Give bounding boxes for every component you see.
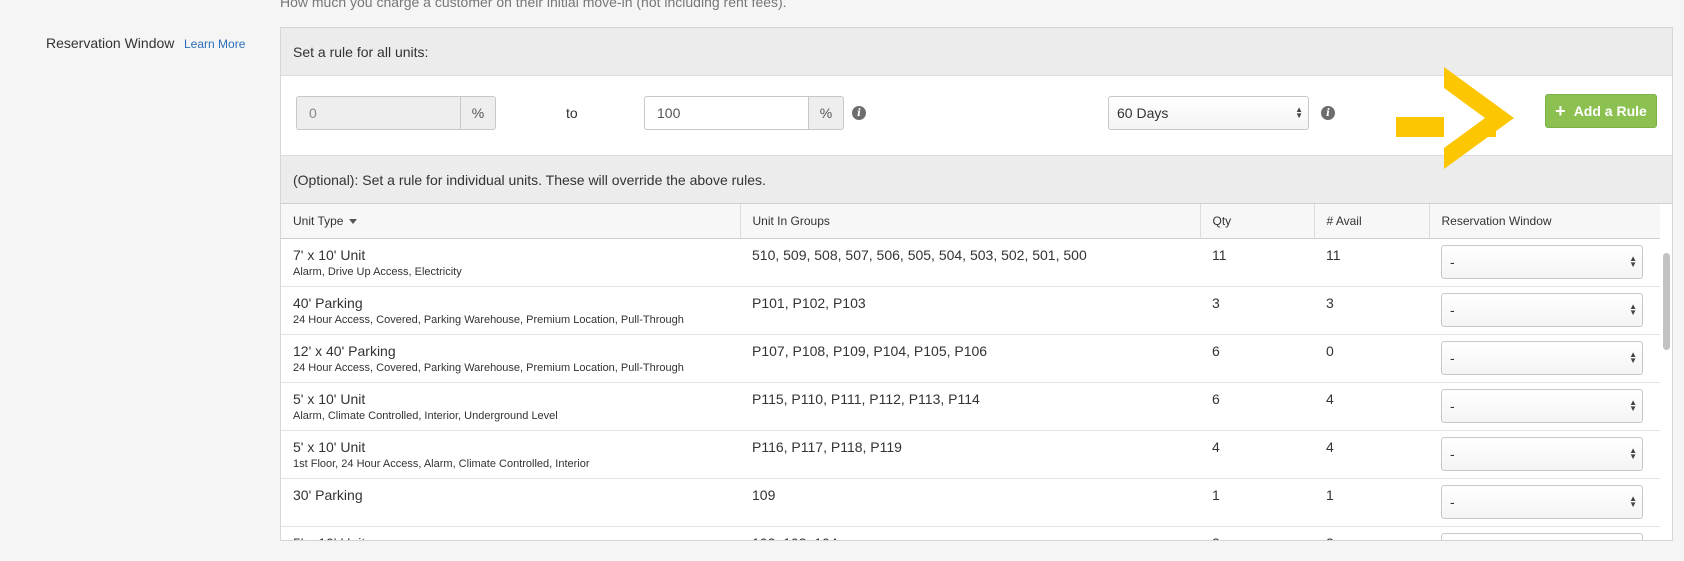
unit-type-cell: 12' x 40' Parking 24 Hour Access, Covered… [281, 334, 740, 383]
table-header-row: Unit Type Unit In Groups Qty # Avail Res… [281, 204, 1660, 239]
unit-avail: 4 [1314, 382, 1429, 431]
annotation-arrow-notch [1444, 88, 1485, 148]
from-percent-addon: % [460, 96, 496, 130]
unit-groups: P116, P117, P118, P119 [740, 430, 1200, 479]
column-header-avail: # Avail [1314, 204, 1430, 239]
unit-avail: 11 [1314, 238, 1429, 287]
unit-groups: P115, P110, P111, P112, P113, P114 [740, 382, 1200, 431]
to-percent-addon: % [808, 96, 844, 130]
info-icon[interactable]: i [1321, 106, 1335, 120]
unit-groups: P101, P102, P103 [740, 286, 1200, 335]
add-rule-button[interactable]: + Add a Rule [1545, 94, 1657, 128]
table-row: 5' x 10' Unit 1st Floor, 24 Hour Access, … [281, 430, 1660, 479]
sort-caret-icon [349, 219, 358, 225]
reservation-window-select[interactable]: 60 Days ▲ ▼ [1108, 96, 1309, 130]
row-reservation-window-select[interactable]: -▲▼ [1441, 532, 1643, 540]
row-reservation-window-select[interactable]: -▲▼ [1441, 292, 1643, 327]
row-reservation-window-select[interactable]: -▲▼ [1441, 436, 1643, 471]
column-header-unit-type[interactable]: Unit Type [281, 204, 741, 239]
unit-avail: 4 [1314, 430, 1429, 479]
from-percent-input[interactable] [296, 96, 460, 130]
learn-more-link[interactable]: Learn More [184, 37, 245, 51]
unit-qty: 6 [1200, 334, 1314, 383]
column-header-reservation-window: Reservation Window [1429, 204, 1660, 239]
unit-type: 5' x 10' Unit [293, 390, 366, 407]
window-cell: -▲▼ [1429, 334, 1660, 383]
table-row: 12' x 40' Parking 24 Hour Access, Covered… [281, 334, 1660, 383]
unit-type: 12' x 40' Parking [293, 342, 396, 359]
unit-type-cell: 5' x 10' Unit [281, 526, 740, 541]
reservation-window-label: Reservation Window [46, 35, 175, 51]
unit-type-cell: 5' x 10' Unit 1st Floor, 24 Hour Access, … [281, 430, 740, 479]
unit-qty: 4 [1200, 430, 1314, 479]
table-row: 30' Parking 109 1 1 - ▲ ▼ [281, 478, 1660, 527]
unit-type-cell: 5' x 10' Unit Alarm, Climate Controlled, … [281, 382, 740, 431]
select-arrows-icon: ▲ ▼ [1629, 349, 1637, 365]
unit-groups: 510, 509, 508, 507, 506, 505, 504, 503, … [740, 238, 1200, 287]
table-row: 5' x 10' Unit 102, 103, 104 3 2 -▲▼ [281, 526, 1660, 541]
unit-features: Alarm, Drive Up Access, Electricity [293, 265, 462, 278]
unit-type: 30' Parking [293, 486, 363, 503]
unit-type-cell: 40' Parking 24 Hour Access, Covered, Park… [281, 286, 740, 335]
to-label: to [566, 105, 578, 121]
unit-type: 7' x 10' Unit [293, 246, 366, 263]
unit-type: 40' Parking [293, 294, 363, 311]
unit-groups: 102, 103, 104 [740, 526, 1200, 540]
unit-features: 24 Hour Access, Covered, Parking Warehou… [293, 361, 684, 374]
select-arrows-icon: ▲ ▼ [1629, 253, 1637, 269]
unit-type: 5' x 10' Unit [293, 438, 366, 455]
row-reservation-window-select[interactable]: -▲▼ [1441, 484, 1643, 519]
unit-type: 5' x 10' Unit [293, 535, 728, 541]
select-arrows-icon: ▲ ▼ [1629, 301, 1637, 317]
column-header-qty: Qty [1200, 204, 1315, 239]
unit-features: 24 Hour Access, Covered, Parking Warehou… [293, 313, 684, 326]
unit-type-cell: 30' Parking [281, 478, 740, 527]
select-arrows-icon: ▲ ▼ [1629, 493, 1637, 509]
window-cell: -▲▼ [1429, 382, 1660, 431]
unit-avail: 2 [1314, 526, 1429, 540]
select-arrows-icon: ▲ ▼ [1629, 445, 1637, 461]
unit-avail: 1 [1314, 478, 1429, 527]
to-percent-input[interactable] [644, 96, 808, 130]
select-arrows-icon: ▲ ▼ [1295, 105, 1303, 120]
unit-qty: 6 [1200, 382, 1314, 431]
to-percent-group: % [644, 96, 844, 130]
unit-qty: 3 [1200, 526, 1314, 540]
info-icon[interactable]: i [852, 106, 866, 120]
window-cell: -▲▼ [1429, 430, 1660, 479]
all-units-rule-row: % to % i 60 Days ▲▼ i + Add a Rule [281, 67, 1672, 169]
help-text: How much you charge a customer on their … [280, 0, 787, 10]
table-scrollbar[interactable] [1663, 253, 1670, 350]
unit-avail: 3 [1314, 286, 1429, 335]
reservation-window-panel: Set a rule for all units: % to % i 60 Da… [280, 27, 1673, 541]
unit-groups: 109 [740, 478, 1200, 527]
units-table: Unit Type Unit In Groups Qty # Avail Res… [281, 204, 1660, 541]
table-row: 5' x 10' Unit Alarm, Climate Controlled, … [281, 382, 1660, 431]
column-header-unit-groups: Unit In Groups [740, 204, 1201, 239]
unit-qty: 3 [1200, 286, 1314, 335]
reservation-window-select-value: 60 Days [1117, 105, 1169, 121]
window-cell: -▲▼ [1429, 286, 1660, 335]
plus-icon: + [1555, 101, 1566, 121]
window-cell: -▲▼ [1429, 478, 1660, 527]
row-reservation-window-select[interactable]: -▲▼ [1441, 244, 1643, 279]
select-arrows-icon: ▲ ▼ [1629, 397, 1637, 413]
table-row: 7' x 10' Unit Alarm, Drive Up Access, Ele… [281, 238, 1660, 287]
unit-groups: P107, P108, P109, P104, P105, P106 [740, 334, 1200, 383]
unit-avail: 0 [1314, 334, 1429, 383]
table-row: 40' Parking 24 Hour Access, Covered, Park… [281, 286, 1660, 335]
unit-features: Alarm, Climate Controlled, Interior, Und… [293, 409, 558, 422]
unit-features: 1st Floor, 24 Hour Access, Alarm, Climat… [293, 457, 590, 470]
add-rule-label: Add a Rule [1573, 103, 1647, 119]
unit-type-cell: 7' x 10' Unit Alarm, Drive Up Access, Ele… [281, 238, 740, 287]
unit-qty: 11 [1200, 238, 1314, 287]
window-cell: -▲▼ [1429, 238, 1660, 287]
row-reservation-window-select[interactable]: -▲▼ [1441, 388, 1643, 423]
window-cell: -▲▼ [1429, 526, 1660, 540]
unit-qty: 1 [1200, 478, 1314, 527]
from-percent-group: % [296, 96, 496, 130]
row-reservation-window-select[interactable]: -▲▼ [1441, 340, 1643, 375]
